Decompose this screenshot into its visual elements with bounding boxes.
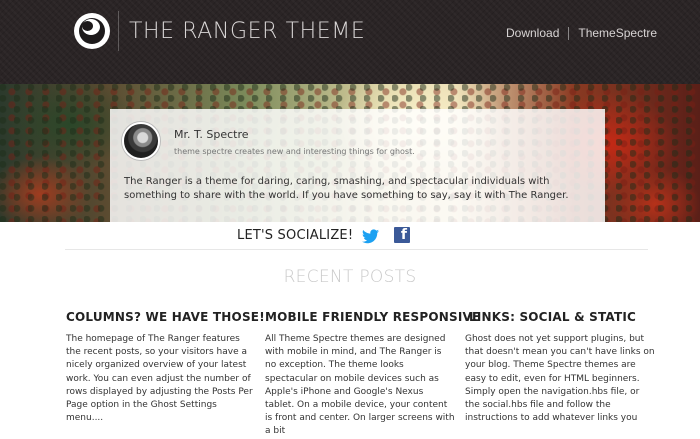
post-card: MOBILE FRIENDLY RESPONSIVE All Theme Spe… — [265, 310, 480, 439]
hero-banner: Mr. T. Spectre theme spectre creates new… — [0, 84, 700, 222]
author-avatar — [122, 122, 160, 160]
post-title[interactable]: MOBILE FRIENDLY RESPONSIVE — [265, 310, 480, 324]
twitter-icon[interactable] — [362, 229, 379, 244]
nav-link-themespectre[interactable]: ThemeSpectre — [578, 26, 657, 40]
post-title[interactable]: LINKS: SOCIAL & STATIC — [465, 310, 640, 324]
facebook-icon[interactable]: f — [394, 227, 410, 243]
post-card: COLUMNS? WE HAVE THOSE! The homepage of … — [66, 310, 265, 425]
social-label: LET'S SOCIALIZE! — [237, 228, 354, 243]
main-nav: Download ThemeSpectre — [506, 25, 657, 41]
post-excerpt: The homepage of The Ranger features the … — [66, 334, 253, 424]
post-card: LINKS: SOCIAL & STATIC Ghost does not ye… — [465, 310, 655, 425]
post-excerpt: All Theme Spectre themes are designed wi… — [265, 334, 455, 437]
author-card: Mr. T. Spectre theme spectre creates new… — [110, 109, 605, 222]
author-name: Mr. T. Spectre — [174, 128, 249, 141]
social-row: LET'S SOCIALIZE! f — [0, 226, 700, 248]
author-bio: theme spectre creates new and interestin… — [174, 147, 415, 156]
header-divider — [118, 11, 119, 51]
site-header: THE RANGER THEME Download ThemeSpectre — [0, 0, 700, 84]
site-logo-icon[interactable] — [74, 13, 110, 49]
post-excerpt: Ghost does not yet support plugins, but … — [465, 334, 655, 424]
nav-separator — [568, 26, 570, 40]
nav-link-download[interactable]: Download — [506, 26, 559, 40]
site-description: The Ranger is a theme for daring, caring… — [124, 176, 569, 201]
recent-posts-heading: RECENT POSTS — [283, 267, 417, 287]
site-title[interactable]: THE RANGER THEME — [129, 19, 365, 44]
post-title[interactable]: COLUMNS? WE HAVE THOSE! — [66, 310, 265, 324]
section-divider — [65, 249, 648, 250]
